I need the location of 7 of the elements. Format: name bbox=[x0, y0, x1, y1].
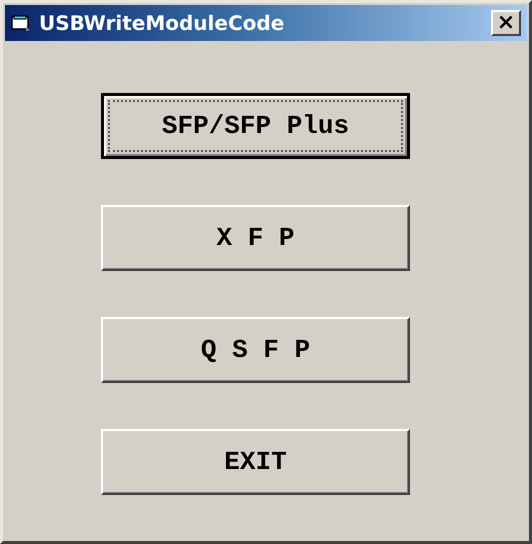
close-button[interactable]: × bbox=[491, 10, 521, 36]
dialog-button[interactable]: EXIT bbox=[101, 429, 410, 495]
dialog-button[interactable]: Q S F P bbox=[101, 317, 410, 383]
window-icon bbox=[11, 14, 31, 32]
dialog-button[interactable]: X F P bbox=[101, 205, 410, 271]
dialog-button[interactable]: SFP/SFP Plus bbox=[101, 93, 410, 159]
window-title: USBWriteModuleCode bbox=[39, 11, 286, 35]
